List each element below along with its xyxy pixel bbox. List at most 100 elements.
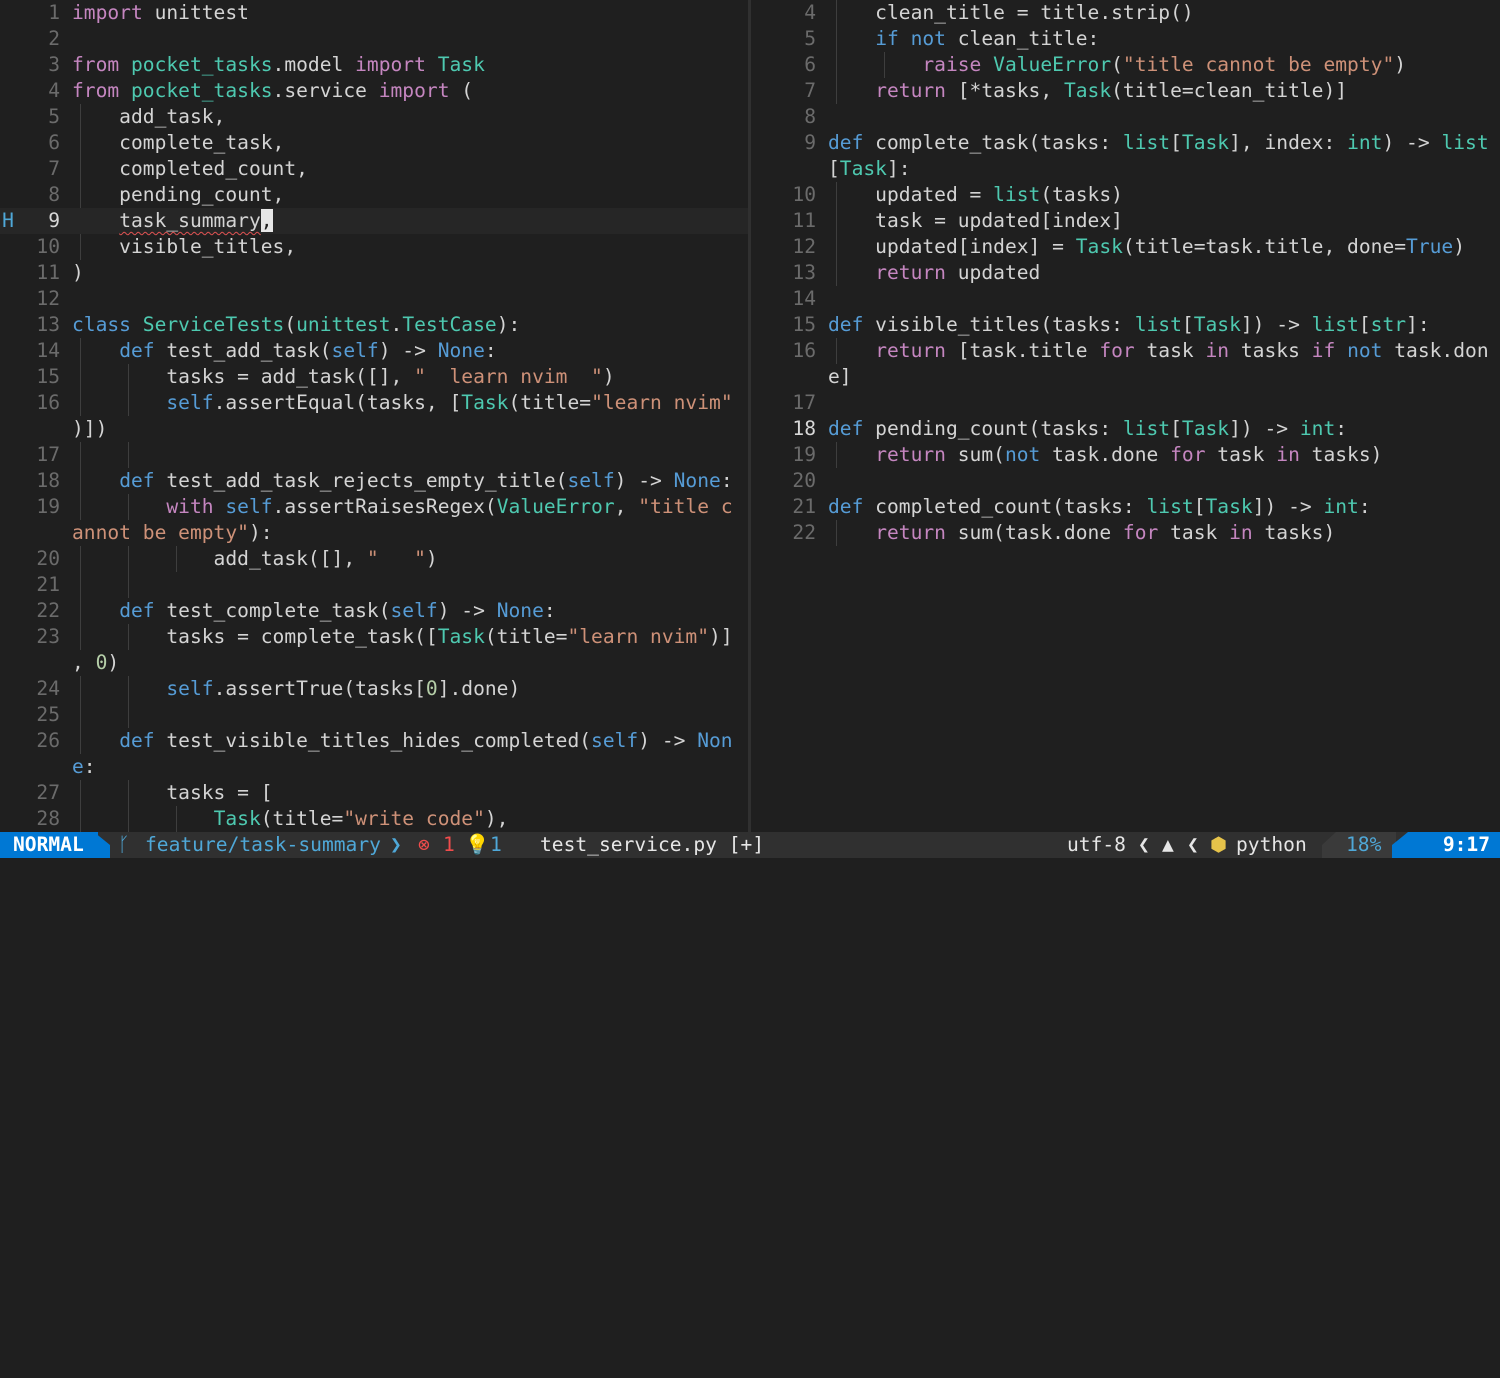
code-text: import unittest [72, 0, 249, 26]
code-line[interactable]: 2 [0, 26, 748, 52]
code-line[interactable]: 8 pending_count, [0, 182, 748, 208]
code-token: ValueError [993, 53, 1112, 76]
code-line[interactable]: 8 [752, 104, 1500, 130]
code-line[interactable]: 5 if not clean_title: [752, 26, 1500, 52]
hint-count[interactable]: 1 [490, 832, 502, 858]
code-token: Task [1063, 79, 1112, 102]
code-text: return [*tasks, Task(title=clean_title)] [828, 78, 1347, 104]
code-line[interactable]: 20 [752, 468, 1500, 494]
code-line[interactable]: 18 def pending_count(tasks: list[Task]) -… [752, 416, 1500, 442]
editor-pane-left[interactable]: 1 import unittest 2 3 from pocket_tasks.mode… [0, 0, 748, 832]
code-line[interactable]: 12 updated[index] = Task(title=task.titl… [752, 234, 1500, 260]
code-line[interactable]: 18 def test_add_task_rejects_empty_title… [0, 468, 748, 494]
code-line[interactable]: 14 [752, 286, 1500, 312]
code-line[interactable]: [Task]: [752, 156, 1500, 182]
code-line[interactable]: 16 return [task.title for task in tasks … [752, 338, 1500, 364]
code-token: self [390, 599, 438, 622]
code-line[interactable]: 15 def visible_titles(tasks: list[Task]) … [752, 312, 1500, 338]
code-text: add_task, [72, 104, 225, 130]
code-token: task [1158, 521, 1230, 544]
code-line[interactable]: 22 def test_complete_task(self) -> None: [0, 598, 748, 624]
code-line[interactable]: 24 self.assertTrue(tasks[0].done) [0, 676, 748, 702]
code-text: e: [72, 754, 96, 780]
code-line[interactable]: 13 class ServiceTests(unittest.TestCase): [0, 312, 748, 338]
code-line[interactable]: 12 [0, 286, 748, 312]
code-token: )] [709, 625, 733, 648]
code-token: unittest [296, 313, 391, 336]
code-line[interactable]: 1 import unittest [0, 0, 748, 26]
code-line[interactable]: 6 raise ValueError("title cannot be empt… [752, 52, 1500, 78]
code-line[interactable]: e] [752, 364, 1500, 390]
code-line[interactable]: 15 tasks = add_task([], " learn nvim ") [0, 364, 748, 390]
code-line[interactable]: 11) [0, 260, 748, 286]
code-token: (title= [260, 807, 344, 830]
line-number: 18 [792, 417, 816, 440]
code-line[interactable]: annot be empty"): [0, 520, 748, 546]
code-line[interactable]: 25 [0, 702, 748, 728]
code-token: "title c [638, 495, 733, 518]
hint-lightbulb-icon: 💡 [465, 833, 490, 856]
code-token: , [72, 651, 96, 674]
code-token: ]) -> [1240, 313, 1312, 336]
code-line[interactable]: e: [0, 754, 748, 780]
code-line[interactable]: 4 clean_title = title.strip() [752, 0, 1500, 26]
code-line[interactable]: )]) [0, 416, 748, 442]
code-text: , 0) [72, 650, 119, 676]
code-token: in [1276, 443, 1300, 466]
line-number: 18 [36, 469, 60, 492]
line-number: 13 [792, 261, 816, 284]
code-line[interactable]: 10 visible_titles, [0, 234, 748, 260]
code-token: import [72, 1, 143, 24]
code-token: if [1311, 339, 1336, 362]
code-line[interactable]: , 0) [0, 650, 748, 676]
code-token: not [1004, 443, 1041, 466]
code-line[interactable]: 21 def completed_count(tasks: list[Task])… [752, 494, 1500, 520]
file-type: python [1236, 833, 1307, 856]
code-token: def [119, 729, 155, 752]
code-line[interactable]: 5 add_task, [0, 104, 748, 130]
code-line[interactable]: 21 [0, 572, 748, 598]
code-line[interactable]: 19 with self.assertRaisesRegex(ValueErro… [0, 494, 748, 520]
error-count[interactable]: 1 [443, 832, 455, 858]
code-line[interactable]: 6 complete_task, [0, 130, 748, 156]
code-line[interactable]: 13 return updated [752, 260, 1500, 286]
code-line[interactable]: 17 [752, 390, 1500, 416]
code-token: Task [1181, 417, 1230, 440]
code-token: Task [1075, 235, 1123, 258]
code-line[interactable]: 20 add_task([], " ") [0, 546, 748, 572]
code-line[interactable]: H 9 task_summary, [0, 208, 748, 234]
code-line[interactable]: 16 self.assertEqual(tasks, [Task(title="… [0, 390, 748, 416]
code-line[interactable]: 3 from pocket_tasks.model import Task [0, 52, 748, 78]
code-line[interactable]: 9 def complete_task(tasks: list[Task], in… [752, 130, 1500, 156]
git-branch-name[interactable]: feature/task-summary [145, 832, 381, 858]
code-line[interactable]: 4 from pocket_tasks.service import ( [0, 78, 748, 104]
line-number: 27 [36, 781, 60, 804]
code-line[interactable]: 17 [0, 442, 748, 468]
code-line[interactable]: 27 tasks = [ [0, 780, 748, 806]
window-split-border[interactable] [748, 0, 751, 832]
code-line[interactable]: 11 task = updated[index] [752, 208, 1500, 234]
code-line[interactable]: 28 Task(title="write code"), [0, 806, 748, 832]
code-token: pocket_tasks [130, 79, 273, 102]
editor-pane-right[interactable]: 4 clean_title = title.strip() 5 if not cl… [752, 0, 1500, 832]
code-line[interactable]: 19 return sum(not task.done for task in … [752, 442, 1500, 468]
file-encoding: utf-8 [1067, 833, 1126, 856]
code-token: None [496, 599, 544, 622]
code-line[interactable]: 10 updated = list(tasks) [752, 182, 1500, 208]
code-text: if not clean_title: [828, 26, 1099, 52]
code-token: raise [922, 53, 982, 76]
code-token: : [83, 755, 96, 778]
code-token: list [1122, 417, 1171, 440]
command-line[interactable] [0, 858, 1500, 885]
code-line[interactable]: 23 tasks = complete_task([Task(title="le… [0, 624, 748, 650]
code-line[interactable]: 7 return [*tasks, Task(title=clean_title… [752, 78, 1500, 104]
code-token: def [119, 599, 155, 622]
code-line[interactable]: 14 def test_add_task(self) -> None: [0, 338, 748, 364]
code-line[interactable]: 7 completed_count, [0, 156, 748, 182]
code-token: test_visible_titles_hides_completed( [154, 729, 592, 752]
code-line[interactable]: 26 def test_visible_titles_hides_complet… [0, 728, 748, 754]
section-separator: ❯ [390, 833, 402, 856]
code-line[interactable]: 22 return sum(task.done for task in task… [752, 520, 1500, 546]
